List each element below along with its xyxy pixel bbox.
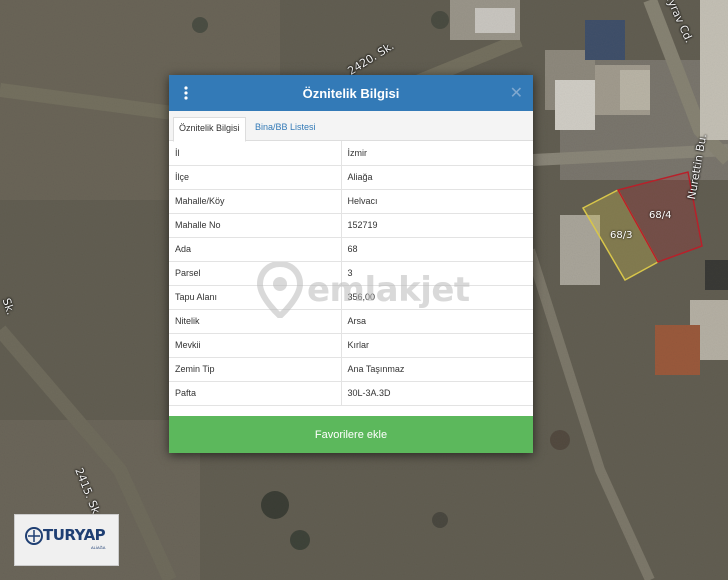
attribute-value: 3 <box>341 261 533 286</box>
attribute-key: Mahalle/Köy <box>169 189 342 214</box>
attribute-key: Zemin Tip <box>169 357 342 382</box>
attribute-value: Ana Taşınmaz <box>341 357 533 382</box>
attribute-value: 152719 <box>341 213 533 238</box>
attribute-key: Mevkii <box>169 333 342 358</box>
close-icon[interactable]: ✕ <box>510 83 523 102</box>
attribute-value: Helvacı <box>341 189 533 214</box>
vertical-dots-icon[interactable] <box>183 86 189 100</box>
attribute-value: 68 <box>341 237 533 262</box>
attribute-key: Pafta <box>169 381 342 406</box>
attribute-key: Parsel <box>169 261 342 286</box>
attribute-key: Ada <box>169 237 342 262</box>
table-row: Ada 68 <box>169 237 533 262</box>
tab-attribute-info[interactable]: Öznitelik Bilgisi <box>173 117 246 142</box>
attribute-key: Mahalle No <box>169 213 342 238</box>
attribute-key: İlçe <box>169 165 342 190</box>
attribute-value: İzmir <box>341 141 533 166</box>
tab-building-list[interactable]: Bina/BB Listesi <box>250 117 321 140</box>
turyap-logo-icon <box>25 527 43 545</box>
table-row: Mahalle No 152719 <box>169 213 533 238</box>
turyap-logo: TURYAP ALİAĞA <box>14 514 119 566</box>
table-row: Nitelik Arsa <box>169 309 533 334</box>
attribute-value: 356,00 <box>341 285 533 310</box>
add-to-favorites-button[interactable]: Favorilere ekle <box>169 416 533 453</box>
table-row: Parsel 3 <box>169 261 533 286</box>
parcel-label-68-3: 68/3 <box>610 230 633 241</box>
table-row: Pafta 30L-3A.3D <box>169 381 533 406</box>
attribute-key: Nitelik <box>169 309 342 334</box>
attribute-table: İl İzmir İlçe Aliağa Mahalle/Köy Helvacı Ma… <box>169 141 533 406</box>
parcel-label-68-4: 68/4 <box>649 210 672 221</box>
attribute-value: Aliağa <box>341 165 533 190</box>
turyap-subtext: ALİAĞA <box>91 545 106 550</box>
table-row: Zemin Tip Ana Taşınmaz <box>169 357 533 382</box>
table-row: Mevkii Kırlar <box>169 333 533 358</box>
attribute-value: Kırlar <box>341 333 533 358</box>
table-row: Tapu Alanı 356,00 <box>169 285 533 310</box>
tab-bar: Öznitelik Bilgisi Bina/BB Listesi <box>169 111 533 142</box>
attribute-value: 30L-3A.3D <box>341 381 533 406</box>
dialog-header: Öznitelik Bilgisi ✕ <box>169 75 533 111</box>
attribute-value: Arsa <box>341 309 533 334</box>
table-row: İlçe Aliağa <box>169 165 533 190</box>
turyap-brand-text: TURYAP <box>43 526 106 544</box>
dialog-title: Öznitelik Bilgisi <box>302 85 400 101</box>
table-row: Mahalle/Köy Helvacı <box>169 189 533 214</box>
table-row: İl İzmir <box>169 141 533 166</box>
attribute-key: İl <box>169 141 342 166</box>
attribute-key: Tapu Alanı <box>169 285 342 310</box>
attribute-info-dialog: Öznitelik Bilgisi ✕ Öznitelik Bilgisi Bi… <box>169 75 533 453</box>
